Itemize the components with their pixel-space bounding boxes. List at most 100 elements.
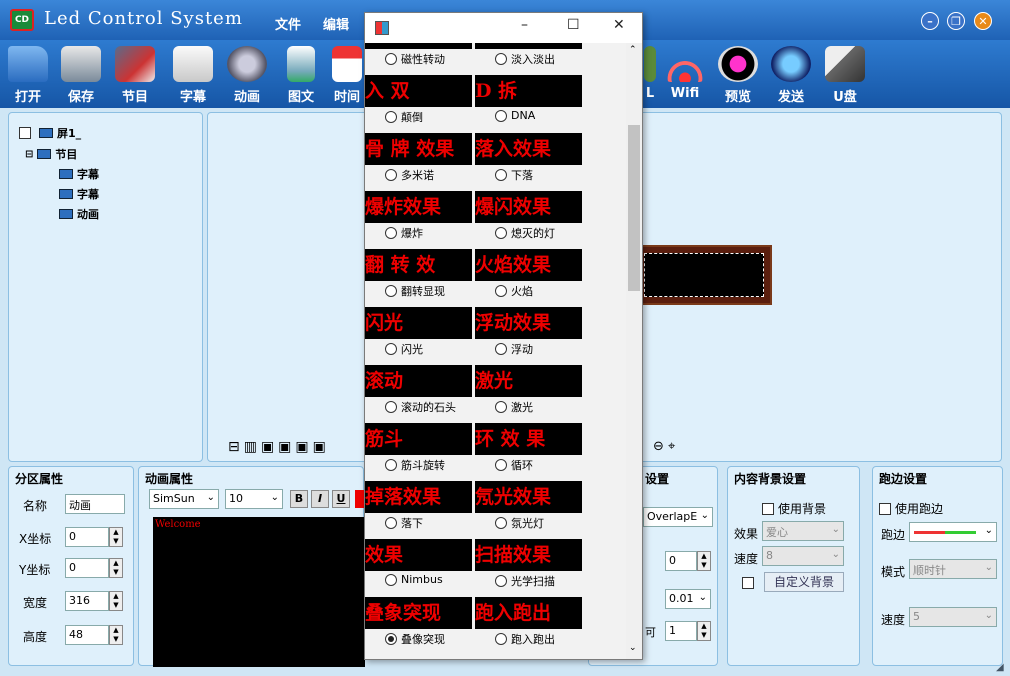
effect-preview[interactable]: 磁性转动 [365, 43, 472, 49]
radio-icon[interactable] [495, 401, 507, 413]
bg-effect-select[interactable]: 爱心 ⌄ [762, 521, 844, 541]
clock-button[interactable]: 时间 [330, 44, 364, 106]
y-field[interactable]: 0 [65, 558, 109, 578]
effect-option[interactable]: 落下 [385, 515, 423, 531]
hidden-tool-button[interactable]: L [643, 44, 657, 106]
dialog-maximize-button[interactable]: ☐ [567, 17, 580, 33]
effect-option[interactable]: 筋斗旋转 [385, 457, 445, 473]
minimize-button[interactable]: – [921, 12, 939, 30]
zoom-tools[interactable]: ⊖ ⌖ [653, 439, 675, 454]
effect-option[interactable]: 跑入跑出 [495, 631, 555, 647]
custom-bg-checkbox[interactable] [742, 577, 754, 589]
x-field[interactable]: 0 [65, 527, 109, 547]
radio-icon[interactable] [385, 285, 397, 297]
effect-preview[interactable]: 淡入淡出 [475, 43, 582, 49]
effect-preview[interactable]: 火焰效果 [475, 249, 582, 281]
udisk-button[interactable]: U盘 [820, 44, 870, 106]
use-bg-checkbox[interactable]: 使用背景 [762, 500, 826, 517]
mode-select[interactable]: 顺时针 ⌄ [909, 559, 997, 579]
effect-preview[interactable]: 爆炸效果 [365, 191, 472, 223]
effect-preview[interactable]: 氖光效果 [475, 481, 582, 513]
menu-edit[interactable]: 编辑 [323, 14, 349, 33]
x-stepper[interactable]: ▲ ▼ [109, 527, 123, 547]
radio-icon[interactable] [385, 111, 397, 123]
tree-item-subtitle-1[interactable]: 字幕 [59, 166, 99, 182]
radio-icon[interactable] [385, 401, 397, 413]
radio-icon[interactable] [385, 53, 397, 65]
effect-preview[interactable]: 入 双 [365, 75, 472, 107]
dialog-close-button[interactable]: ✕ [613, 17, 625, 33]
effect-option[interactable]: 氛光灯 [495, 515, 544, 531]
effect-option[interactable]: 翻转显现 [385, 283, 445, 299]
radio-icon[interactable] [385, 227, 397, 239]
subtitle-button[interactable]: 字幕 [168, 44, 218, 106]
radio-icon[interactable] [385, 169, 397, 181]
bg-speed-select[interactable]: 8 ⌄ [762, 546, 844, 566]
menu-file[interactable]: 文件 [275, 14, 301, 33]
radio-icon[interactable] [385, 573, 397, 586]
effect-preview[interactable]: 扫描效果 [475, 539, 582, 571]
width-stepper[interactable]: ▲ ▼ [109, 591, 123, 611]
effect-option[interactable]: 下落 [495, 167, 533, 183]
scroll-down-icon[interactable]: ⌄ [629, 643, 637, 653]
radio-icon[interactable] [385, 459, 397, 471]
send-button[interactable]: 发送 [766, 44, 816, 106]
color-swatch[interactable] [355, 490, 364, 508]
preview-button[interactable]: 预览 [713, 44, 763, 106]
radio-icon[interactable] [495, 575, 507, 587]
radio-icon[interactable] [495, 169, 507, 181]
effect-option[interactable]: Nimbus [385, 573, 443, 586]
effect-preview[interactable]: 筋斗 [365, 423, 472, 455]
effect-option[interactable]: 多米诺 [385, 167, 434, 183]
effect-preview[interactable]: 骨 牌 效果 [365, 133, 472, 165]
effect-preview[interactable]: 翻 转 效 [365, 249, 472, 281]
open-button[interactable]: 打开 [3, 44, 53, 106]
radio-icon[interactable] [495, 343, 507, 355]
bold-button[interactable]: B [290, 490, 308, 508]
effect-stepper-1[interactable]: ▲ ▼ [697, 551, 711, 571]
effect-option[interactable]: 颠倒 [385, 109, 423, 125]
effect-preview[interactable]: 环 效 果 [475, 423, 582, 455]
program-button[interactable]: 节目 [110, 44, 160, 106]
custom-bg-button[interactable]: 自定义背景 [764, 572, 844, 592]
effect-stepper-2[interactable]: ▲ ▼ [697, 621, 711, 641]
effect-option[interactable]: DNA [495, 109, 535, 122]
underline-button[interactable]: U [332, 490, 350, 508]
y-stepper[interactable]: ▲ ▼ [109, 558, 123, 578]
radio-icon[interactable] [495, 285, 507, 297]
restore-button[interactable]: ❐ [947, 12, 965, 30]
animation-button[interactable]: 动画 [222, 44, 272, 106]
checkbox-box[interactable] [762, 503, 774, 515]
radio-icon[interactable] [495, 53, 507, 65]
effect-preview[interactable]: 叠象突现 [365, 597, 472, 629]
tree-screen[interactable]: 屏1_ [19, 125, 81, 141]
animation-zone[interactable] [644, 253, 764, 297]
effect-preview[interactable]: 爆闪效果 [475, 191, 582, 223]
effect-option[interactable]: 激光 [495, 399, 533, 415]
radio-icon[interactable] [495, 517, 507, 529]
scroll-thumb[interactable] [628, 125, 640, 291]
effect-option[interactable]: 叠像突现 [385, 631, 445, 647]
effect-preview[interactable]: 跑入跑出 [475, 597, 582, 629]
radio-icon[interactable] [385, 517, 397, 529]
font-select[interactable]: SimSun ⌄ [149, 489, 219, 509]
effect-option[interactable]: 火焰 [495, 283, 533, 299]
effect-option[interactable]: 浮动 [495, 341, 533, 357]
effect-preview[interactable]: 效果 [365, 539, 472, 571]
radio-icon[interactable] [495, 109, 507, 122]
border-speed-select[interactable]: 5 ⌄ [909, 607, 997, 627]
anim-text-editor[interactable]: Welcome [153, 517, 365, 667]
tree-item-animation[interactable]: 动画 [59, 206, 99, 222]
screen-checkbox[interactable] [19, 127, 31, 139]
tree-item-subtitle-2[interactable]: 字幕 [59, 186, 99, 202]
height-field[interactable]: 48 [65, 625, 109, 645]
align-tools[interactable]: ⊟▥▣▣▣▣ [228, 439, 330, 455]
effect-value-2[interactable]: 1 [665, 621, 697, 641]
collapse-icon[interactable]: ⊟ [25, 149, 33, 160]
effect-option[interactable]: 淡入淡出 [495, 51, 555, 67]
radio-icon[interactable] [495, 227, 507, 239]
use-border-checkbox[interactable]: 使用跑边 [879, 500, 943, 517]
effect-select[interactable]: OverlapE ⌄ [643, 507, 713, 527]
effect-option[interactable]: 滚动的石头 [385, 399, 456, 415]
effect-value-1[interactable]: 0 [665, 551, 697, 571]
